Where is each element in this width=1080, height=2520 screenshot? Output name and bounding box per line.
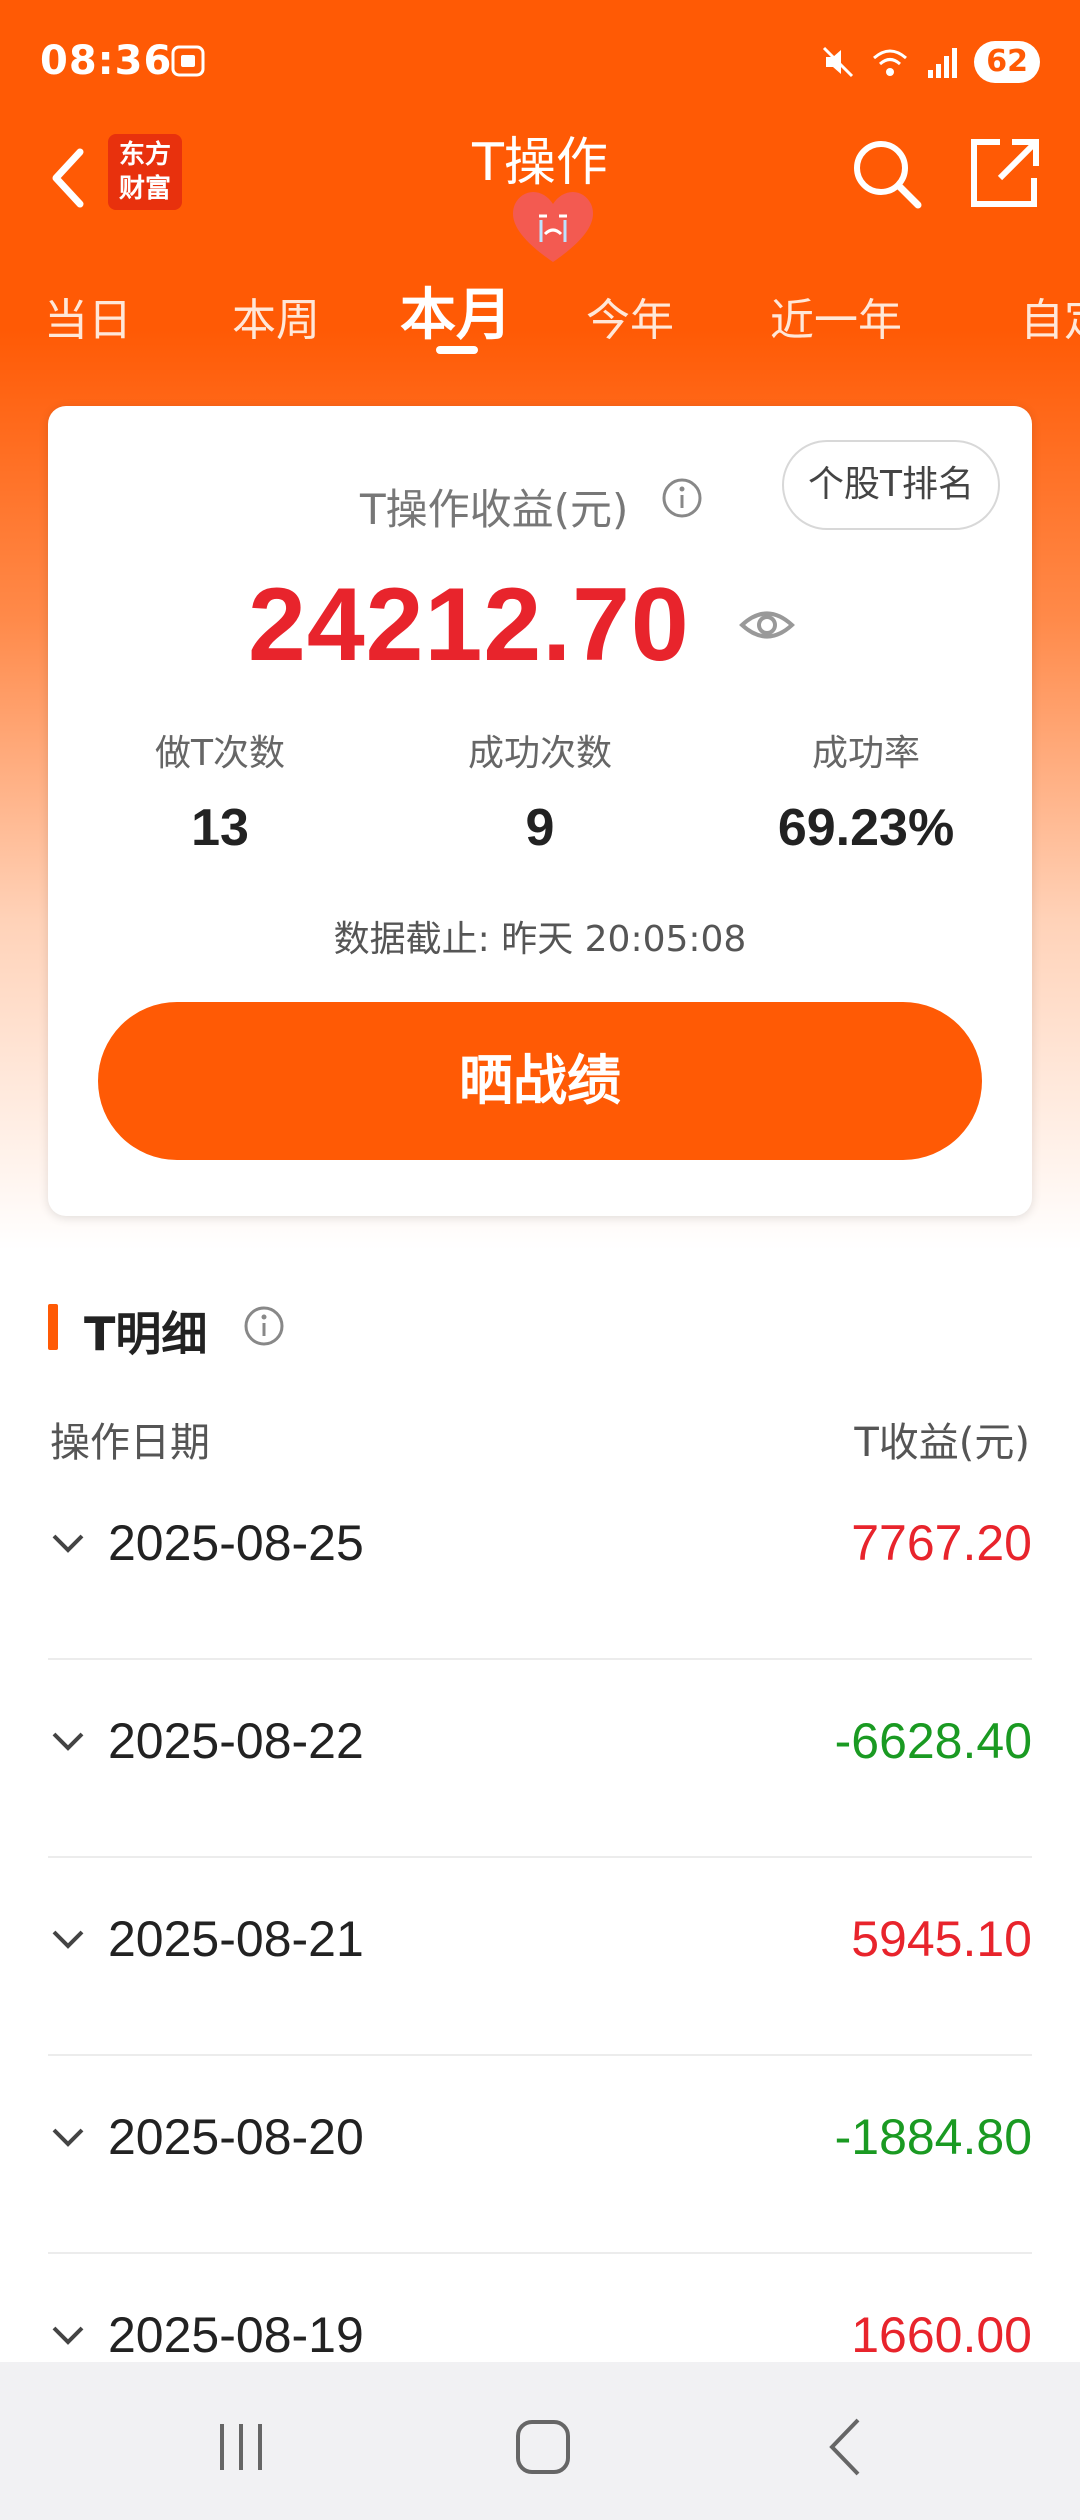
search-icon[interactable] bbox=[848, 130, 924, 212]
stat-success-count: 成功次数 9 bbox=[400, 724, 680, 858]
chevron-down-icon[interactable] bbox=[48, 1524, 88, 1564]
system-navigation-bar bbox=[0, 2362, 1080, 2520]
crying-heart-icon bbox=[512, 192, 594, 262]
stat-success-rate-value: 69.23% bbox=[777, 799, 955, 857]
summary-card: T操作收益(元) 个股T排名 24212.70 做T次数 13 成功次数 9 成… bbox=[48, 406, 1032, 1216]
section-title: T明细 bbox=[84, 1307, 208, 1361]
tab-custom[interactable]: 自定 bbox=[1020, 284, 1080, 348]
stock-t-rank-button[interactable]: 个股T排名 bbox=[782, 440, 1000, 530]
stat-success-rate: 成功率 69.23% bbox=[726, 724, 1006, 858]
stat-t-count-value: 13 bbox=[191, 799, 249, 857]
tab-this-month[interactable]: 本月 bbox=[400, 270, 512, 351]
signal-icon bbox=[928, 48, 958, 78]
row-profit: 7767.20 bbox=[851, 1515, 1032, 1571]
row-profit: 1660.00 bbox=[851, 2307, 1032, 2363]
row-date: 2025-08-25 bbox=[108, 1515, 364, 1571]
chevron-down-icon[interactable] bbox=[48, 2118, 88, 2158]
total-profit-value: 24212.70 bbox=[248, 567, 690, 683]
tab-this-year[interactable]: 今年 bbox=[586, 284, 674, 348]
tab-last-year[interactable]: 近一年 bbox=[770, 284, 902, 348]
share-results-button[interactable]: 晒战绩 bbox=[98, 1002, 982, 1160]
app-header: 东方 财富 T操作 bbox=[0, 120, 1080, 262]
chevron-down-icon[interactable] bbox=[48, 2316, 88, 2356]
detail-row[interactable]: 2025-08-21 5945.10 bbox=[48, 1858, 1032, 2056]
column-header-date: 操作日期 bbox=[50, 1420, 210, 1466]
battery-indicator: 62 bbox=[974, 41, 1040, 83]
chevron-down-icon[interactable] bbox=[48, 1920, 88, 1960]
row-date: 2025-08-20 bbox=[108, 2109, 364, 2165]
data-cutoff-time: 数据截止: 昨天 20:05:08 bbox=[333, 919, 747, 960]
stat-t-count: 做T次数 13 bbox=[80, 724, 360, 858]
row-date: 2025-08-21 bbox=[108, 1911, 364, 1967]
detail-row[interactable]: 2025-08-25 7767.20 bbox=[48, 1462, 1032, 1660]
row-profit: -6628.40 bbox=[834, 1713, 1032, 1769]
chevron-down-icon[interactable] bbox=[48, 1722, 88, 1762]
screenshot-icon bbox=[171, 45, 205, 77]
detail-info-icon[interactable] bbox=[242, 1304, 286, 1348]
home-icon[interactable] bbox=[508, 2412, 578, 2482]
active-tab-indicator bbox=[436, 346, 478, 354]
tab-today[interactable]: 当日 bbox=[44, 284, 132, 348]
section-accent-bar bbox=[48, 1304, 58, 1350]
status-time: 08:36 bbox=[40, 38, 173, 84]
column-header-profit: T收益(元) bbox=[854, 1420, 1030, 1466]
mute-icon bbox=[823, 46, 854, 78]
stat-success-rate-label: 成功率 bbox=[811, 733, 920, 774]
status-bar: 08:36 62 bbox=[0, 0, 1080, 125]
back-icon[interactable] bbox=[812, 2412, 882, 2482]
row-profit: -1884.80 bbox=[834, 2109, 1032, 2165]
profit-title: T操作收益(元) bbox=[360, 485, 629, 534]
stat-success-count-label: 成功次数 bbox=[467, 733, 612, 774]
period-tabs: 当日 本周 本月 今年 近一年 自定 bbox=[0, 270, 1080, 360]
share-icon[interactable] bbox=[966, 130, 1042, 212]
row-profit: 5945.10 bbox=[851, 1911, 1032, 1967]
row-date: 2025-08-22 bbox=[108, 1713, 364, 1769]
info-icon[interactable] bbox=[660, 476, 704, 520]
row-date: 2025-08-19 bbox=[108, 2307, 364, 2363]
stat-success-count-value: 9 bbox=[525, 799, 555, 857]
tab-this-week[interactable]: 本周 bbox=[232, 284, 320, 348]
detail-row[interactable]: 2025-08-20 -1884.80 bbox=[48, 2056, 1032, 2254]
recent-apps-icon[interactable] bbox=[206, 2412, 276, 2482]
detail-row[interactable]: 2025-08-22 -6628.40 bbox=[48, 1660, 1032, 1858]
stat-t-count-label: 做T次数 bbox=[155, 733, 285, 774]
eye-icon[interactable] bbox=[738, 596, 796, 654]
wifi-icon bbox=[873, 49, 908, 76]
